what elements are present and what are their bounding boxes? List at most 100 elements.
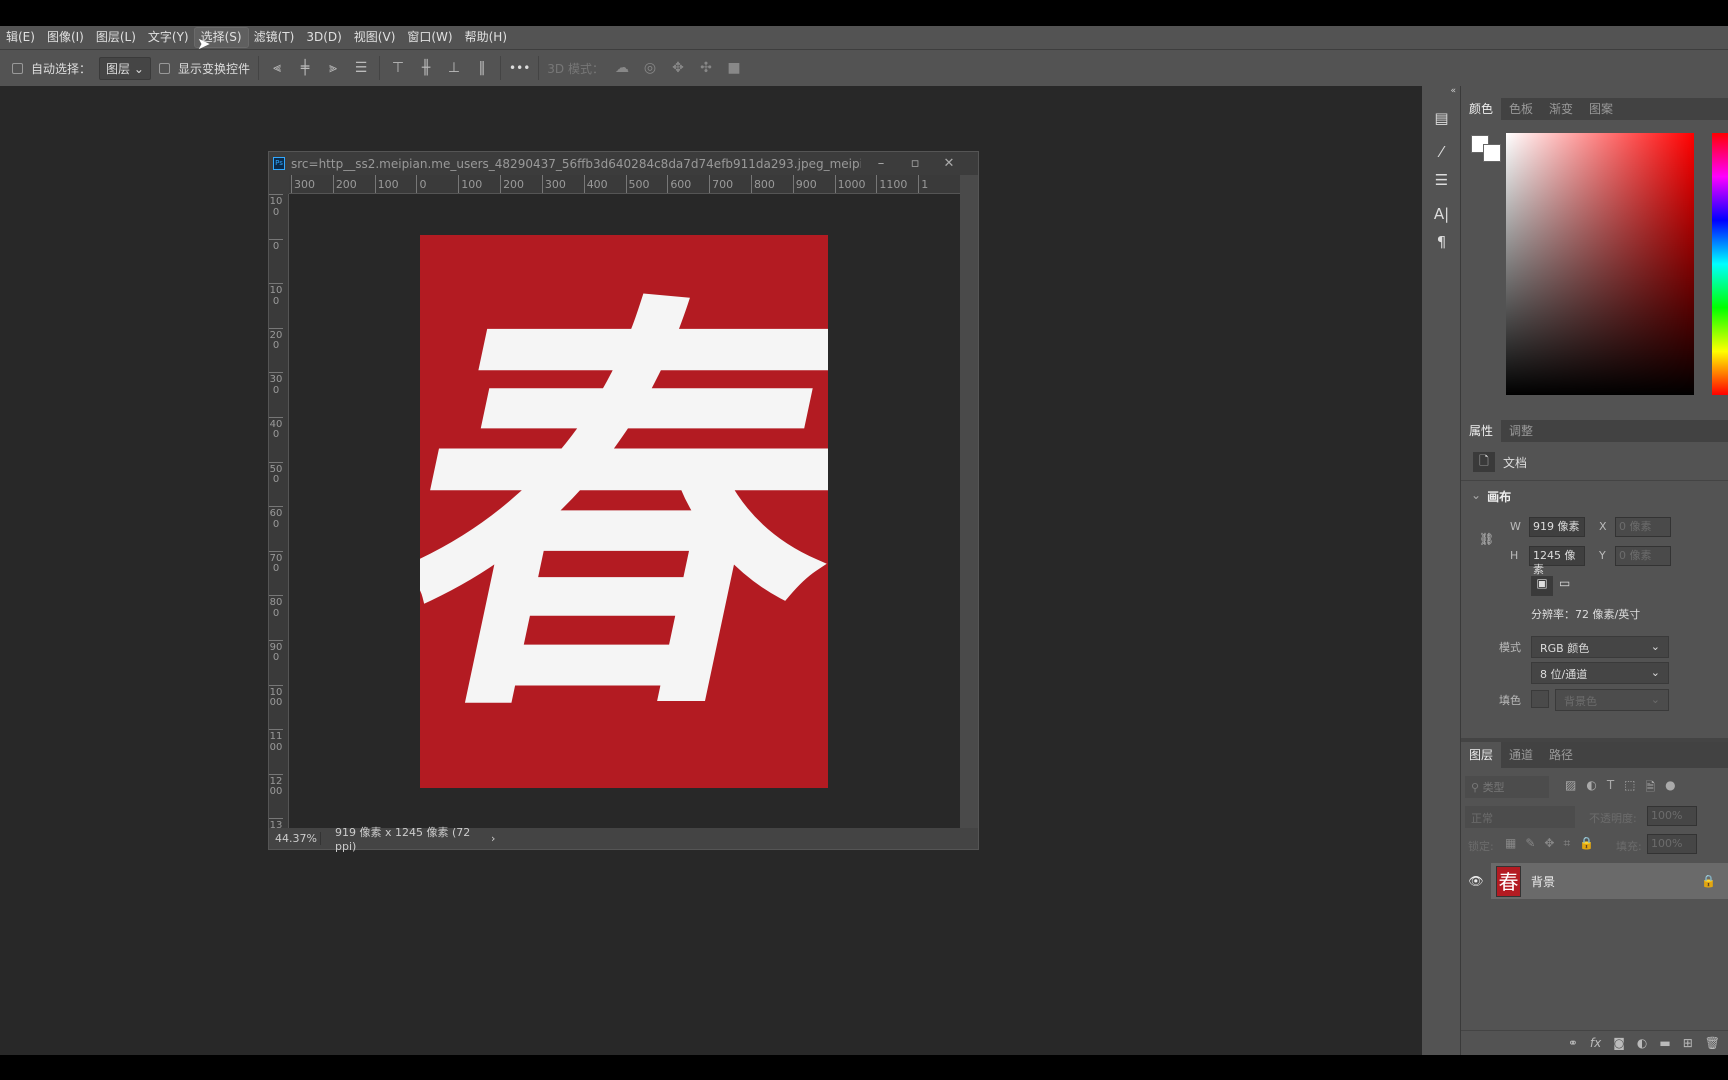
delete-layer-icon[interactable]: 🗑 (1705, 1036, 1720, 1050)
horizontal-ruler[interactable]: 300 200 100 0 100 200 300 400 500 600 70… (289, 175, 960, 194)
layer-filter-dropdown[interactable]: ⚲ 类型 (1465, 776, 1549, 798)
lock-all-icon[interactable]: 🔒 (1579, 836, 1594, 851)
blend-mode-dropdown[interactable]: 正常 (1465, 806, 1575, 828)
type-filter-icon[interactable]: T (1607, 778, 1614, 799)
auto-select-checkbox[interactable] (12, 62, 23, 74)
canvas-section-header[interactable]: ⌄ 画布 (1471, 488, 1511, 505)
smart-object-filter-icon[interactable]: 🗎 (1646, 778, 1656, 799)
tab-patterns[interactable]: 图案 (1581, 98, 1621, 120)
lock-paint-icon[interactable]: ✎ (1525, 836, 1535, 851)
filter-toggle-icon[interactable]: ● (1665, 778, 1675, 799)
menu-image[interactable]: 图像(I) (41, 28, 90, 47)
fill-dropdown[interactable]: 背景色 ⌄ (1555, 689, 1669, 711)
ruler-label: 13 (269, 818, 283, 828)
options-bar: 自动选择： 图层 ⌄ 显示变换控件 ⫷ ╪ ⫸ ☰ ⊤ ╫ ⊥ ‖ ••• 3D… (0, 49, 1728, 86)
tab-color[interactable]: 颜色 (1461, 98, 1502, 120)
tab-adjustments[interactable]: 调整 (1501, 420, 1541, 442)
y-field[interactable]: 0 像素 (1615, 546, 1671, 566)
tab-paths[interactable]: 路径 (1541, 742, 1581, 768)
tab-properties[interactable]: 属性 (1461, 420, 1502, 442)
fill-swatch[interactable] (1531, 690, 1549, 708)
menu-3d[interactable]: 3D(D) (300, 28, 347, 47)
3d-roll-icon[interactable]: ◎ (640, 60, 660, 76)
align-right-icon[interactable]: ⫸ (323, 60, 343, 76)
menu-type[interactable]: 文字(Y) (142, 28, 195, 47)
menu-window[interactable]: 窗口(W) (401, 28, 458, 47)
lock-transparent-icon[interactable]: ▦ (1505, 836, 1516, 851)
menu-edit[interactable]: 辑(E) (0, 28, 41, 47)
zoom-level[interactable]: 44.37% (269, 832, 321, 845)
opacity-field[interactable]: 100% (1647, 806, 1697, 826)
menu-help[interactable]: 帮助(H) (459, 28, 513, 47)
new-group-icon[interactable]: ▬ (1659, 1036, 1670, 1050)
align-vcenter-icon[interactable]: ╫ (416, 60, 436, 76)
adjustment-filter-icon[interactable]: ◐ (1586, 778, 1596, 799)
landscape-orientation-icon[interactable]: ▭ (1559, 576, 1570, 590)
distribute-icon[interactable]: ☰ (351, 60, 371, 76)
lock-position-icon[interactable]: ✥ (1544, 836, 1554, 851)
divider (379, 56, 381, 80)
status-menu-arrow[interactable]: › (491, 832, 495, 845)
vertical-scrollbar[interactable] (960, 175, 978, 828)
color-field[interactable] (1506, 133, 1694, 395)
new-adjustment-icon[interactable]: ◐ (1637, 1036, 1647, 1050)
character-icon[interactable]: A| (1422, 200, 1461, 228)
more-options-button[interactable]: ••• (509, 61, 530, 75)
shape-filter-icon[interactable]: ⬚ (1624, 778, 1635, 799)
3d-pan-icon[interactable]: ✥ (668, 60, 688, 76)
brush-settings-icon[interactable]: ⁄ (1422, 138, 1461, 166)
bit-depth-dropdown[interactable]: 8 位/通道 ⌄ (1531, 662, 1669, 684)
adjust-settings-icon[interactable]: ☰ (1422, 166, 1461, 194)
layer-row[interactable]: 春 背景 🔒 (1491, 863, 1728, 899)
x-field[interactable]: 0 像素 (1615, 517, 1671, 537)
canvas-area[interactable]: 春 (289, 194, 960, 828)
add-mask-icon[interactable]: ◙ (1613, 1036, 1625, 1050)
align-left-icon[interactable]: ⫷ (267, 60, 287, 76)
distribute-v-icon[interactable]: ‖ (472, 60, 492, 76)
menu-filter[interactable]: 滤镜(T) (248, 28, 301, 47)
3d-camera-icon[interactable]: ■ (724, 60, 744, 76)
portrait-orientation-icon[interactable]: ▣ (1531, 576, 1553, 596)
align-top-icon[interactable]: ⊤ (388, 60, 408, 76)
ruler-label: 200 (269, 327, 283, 373)
paragraph-icon[interactable]: ¶ (1422, 228, 1461, 256)
fx-icon[interactable]: fx (1590, 1036, 1601, 1050)
ruler-label: 400 (269, 416, 283, 462)
hue-slider[interactable] (1712, 133, 1728, 395)
properties-tabs: 属性 调整 (1461, 420, 1728, 442)
new-layer-icon[interactable]: ⊞ (1683, 1036, 1693, 1050)
layer-lock-icon[interactable]: 🔒 (1701, 874, 1716, 888)
tab-gradients[interactable]: 渐变 (1541, 98, 1581, 120)
close-button[interactable]: ✕ (935, 156, 963, 171)
vertical-ruler[interactable]: 100 0 100 200 300 400 500 600 700 800 90… (269, 194, 289, 828)
menu-view[interactable]: 视图(V) (348, 28, 402, 47)
lock-artboard-icon[interactable]: ⌗ (1563, 836, 1570, 851)
maximize-button[interactable]: ▫ (901, 156, 929, 171)
fill-field[interactable]: 100% (1647, 834, 1697, 854)
background-color-swatch[interactable] (1483, 144, 1501, 162)
3d-orbit-icon[interactable]: ☁ (612, 60, 632, 76)
mode-dropdown[interactable]: RGB 颜色 ⌄ (1531, 636, 1669, 658)
3d-slide-icon[interactable]: ✣ (696, 60, 716, 76)
collapse-icon[interactable]: « (1422, 86, 1460, 98)
pixel-filter-icon[interactable]: ▨ (1565, 778, 1576, 799)
link-icon[interactable]: ⛓ (1479, 532, 1494, 546)
width-field[interactable]: 919 像素 (1529, 517, 1585, 537)
tab-channels[interactable]: 通道 (1501, 742, 1541, 768)
minimize-button[interactable]: – (867, 156, 895, 171)
ruler-label: 500 (625, 175, 668, 193)
align-hcenter-icon[interactable]: ╪ (295, 60, 315, 76)
tab-layers[interactable]: 图层 (1461, 742, 1502, 768)
height-field[interactable]: 1245 像素 (1529, 546, 1585, 576)
layer-select-dropdown[interactable]: 图层 ⌄ (99, 56, 152, 80)
align-bottom-icon[interactable]: ⊥ (444, 60, 464, 76)
menu-layer[interactable]: 图层(L) (90, 28, 142, 47)
calligraphy-image[interactable]: 春 (420, 235, 828, 788)
opacity-label: 不透明度: (1589, 812, 1637, 825)
history-icon[interactable]: ▤ (1422, 104, 1461, 132)
tab-swatches[interactable]: 色板 (1501, 98, 1541, 120)
document-titlebar[interactable]: Ps src=http__ss2.meipian.me_users_482904… (269, 152, 978, 175)
visibility-eye-icon[interactable]: 👁 (1461, 863, 1491, 899)
link-layers-icon[interactable]: ⚭ (1568, 1036, 1578, 1050)
show-transform-checkbox[interactable] (159, 62, 171, 74)
